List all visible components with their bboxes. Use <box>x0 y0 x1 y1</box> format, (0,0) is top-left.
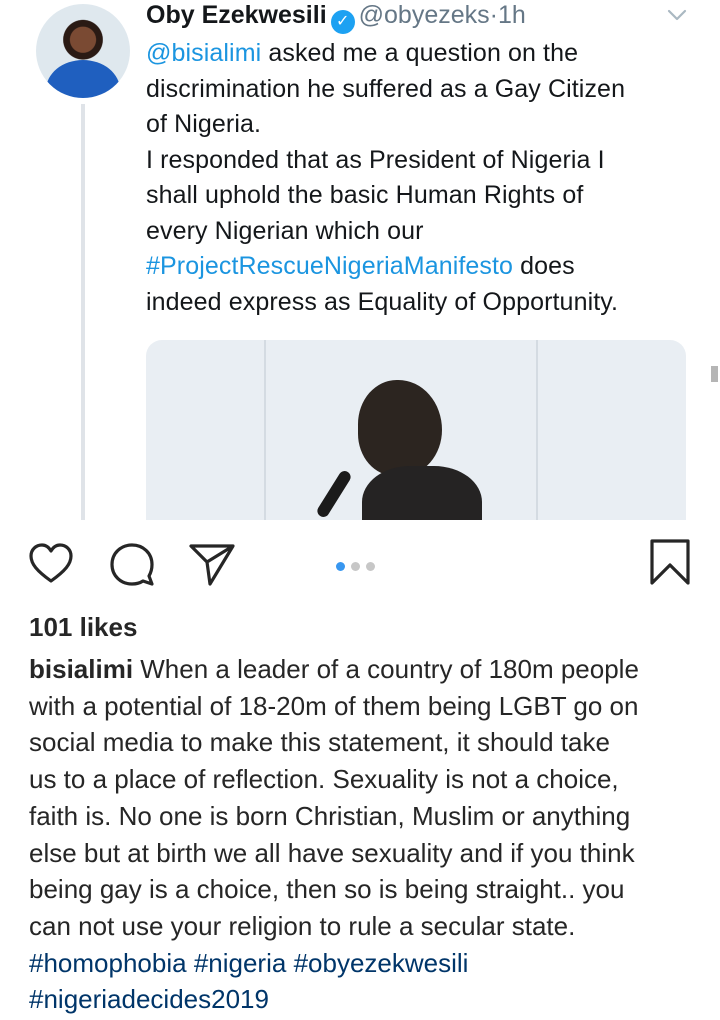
tweet-separator: · <box>489 1 498 29</box>
hashtag-link[interactable]: #homophobia <box>29 948 187 978</box>
tweet-line: indeed express as Equality of Opportunit… <box>146 287 619 316</box>
verified-badge-icon: ✓ <box>330 10 355 34</box>
carousel-dot <box>351 562 360 571</box>
tweet-line: asked me a question on the <box>261 39 579 67</box>
hashtag-link[interactable]: #obyezekwesili <box>294 948 469 978</box>
tweet-text: @bisialimi asked me a question on the di… <box>146 36 706 320</box>
caption-line: with a potential of 18-20m of them being… <box>29 690 639 721</box>
tweet-line: of Nigeria. <box>146 110 262 138</box>
post-action-bar <box>0 530 720 600</box>
tweet-screenshot: Oby Ezekwesili ✓ @obyezeks·1h @bisialimi a… <box>0 0 720 520</box>
caption-line: else but at birth we all have sexuality … <box>29 837 635 868</box>
tweet-header: Oby Ezekwesili ✓ @obyezeks·1h <box>146 0 526 34</box>
tweet-line: every Nigerian which our <box>146 216 424 245</box>
caption-line: being gay is a choice, then so is being … <box>29 874 625 905</box>
paper-plane-icon[interactable] <box>188 540 236 588</box>
caption-line: us to a place of reflection. Sexuality i… <box>29 764 619 795</box>
hashtag-link[interactable]: #nigeria <box>194 948 287 978</box>
tweet-mention: @bisialimi <box>146 39 262 67</box>
tweet-handle: @obyezeks <box>358 1 490 29</box>
likes-count[interactable]: 101 likes <box>29 612 137 643</box>
caption-line: When a leader of a country of 180m peopl… <box>133 654 639 684</box>
caption-username[interactable]: bisialimi <box>29 654 133 684</box>
caption-line: can not use your religion to rule a secu… <box>29 910 576 941</box>
caption-line: faith is. No one is born Christian, Musl… <box>29 800 631 831</box>
tweet-author-name: Oby Ezekwesili <box>146 1 327 29</box>
scroll-indicator <box>711 366 718 382</box>
bookmark-icon[interactable] <box>646 538 694 586</box>
chevron-down-icon <box>667 9 687 21</box>
carousel-dot-active <box>336 562 345 571</box>
tweet-line: does <box>513 252 575 280</box>
tweet-line: shall uphold the basic Human Rights of <box>146 181 584 209</box>
tweet-author-avatar <box>36 4 130 98</box>
hashtag-link[interactable]: #nigeriadecides2019 <box>29 984 269 1014</box>
caption-line: social media to make this statement, it … <box>29 727 610 758</box>
hashtags-line: #nigeriadecides2019 <box>29 981 705 1018</box>
tweet-hashtag: #ProjectRescueNigeriaManifesto <box>146 252 514 280</box>
post-caption: bisialimi When a leader of a country of … <box>29 651 705 1018</box>
tweet-time: 1h <box>497 1 526 29</box>
thread-line <box>81 104 85 520</box>
tweet-line: I responded that as President of Nigeria… <box>146 145 605 174</box>
tweet-line: discrimination he suffered as a Gay Citi… <box>146 74 626 103</box>
tweet-media-image <box>146 340 686 520</box>
carousel-indicator <box>336 558 381 571</box>
heart-icon[interactable] <box>27 540 75 588</box>
comment-bubble-icon[interactable] <box>108 540 156 588</box>
carousel-dot <box>366 562 375 571</box>
hashtags-line: #homophobia #nigeria #obyezekwesili <box>29 945 705 982</box>
